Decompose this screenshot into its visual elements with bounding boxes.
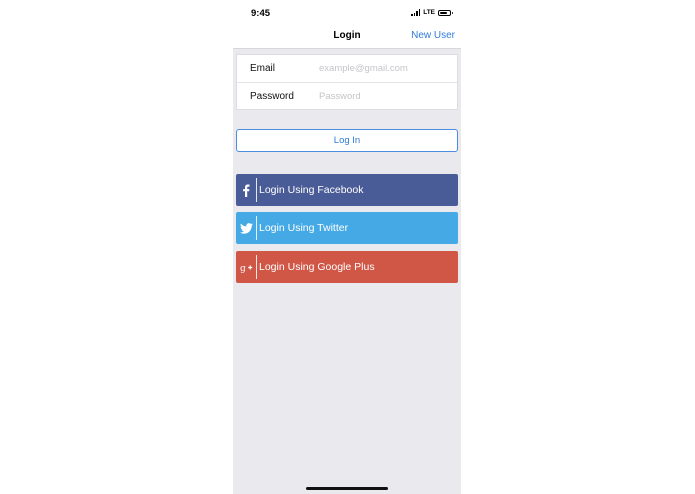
email-label: Email [250,63,276,74]
password-label: Password [250,91,294,102]
battery-icon [438,9,453,16]
facebook-login-label: Login Using Facebook [259,184,364,196]
password-row: Password [237,82,457,110]
email-field[interactable] [307,58,457,79]
signal-icon [411,9,421,16]
new-user-button[interactable]: New User [411,30,455,41]
status-indicators: LTE [411,9,453,16]
google-plus-icon: g [236,251,256,283]
svg-text:g: g [240,264,246,273]
twitter-login-label: Login Using Twitter [259,222,349,234]
facebook-login-button[interactable]: Login Using Facebook [236,174,458,206]
google-plus-login-label: Login Using Google Plus [259,261,375,273]
google-plus-login-button[interactable]: g Login Using Google Plus [236,251,458,283]
password-field[interactable] [307,86,457,107]
page: 9:45 LTE Login New User Email Passwor [0,0,695,494]
home-indicator[interactable] [306,487,388,490]
twitter-icon [236,212,256,244]
login-form: Email Password [236,54,458,110]
network-label: LTE [423,9,435,16]
status-time: 9:45 [251,8,271,19]
top-bar: 9:45 LTE Login New User [233,0,461,49]
twitter-login-button[interactable]: Login Using Twitter [236,212,458,244]
log-in-button[interactable]: Log In [236,129,458,152]
email-row: Email [237,55,457,82]
phone-screen: 9:45 LTE Login New User Email Passwor [233,0,461,494]
facebook-icon [236,174,256,206]
